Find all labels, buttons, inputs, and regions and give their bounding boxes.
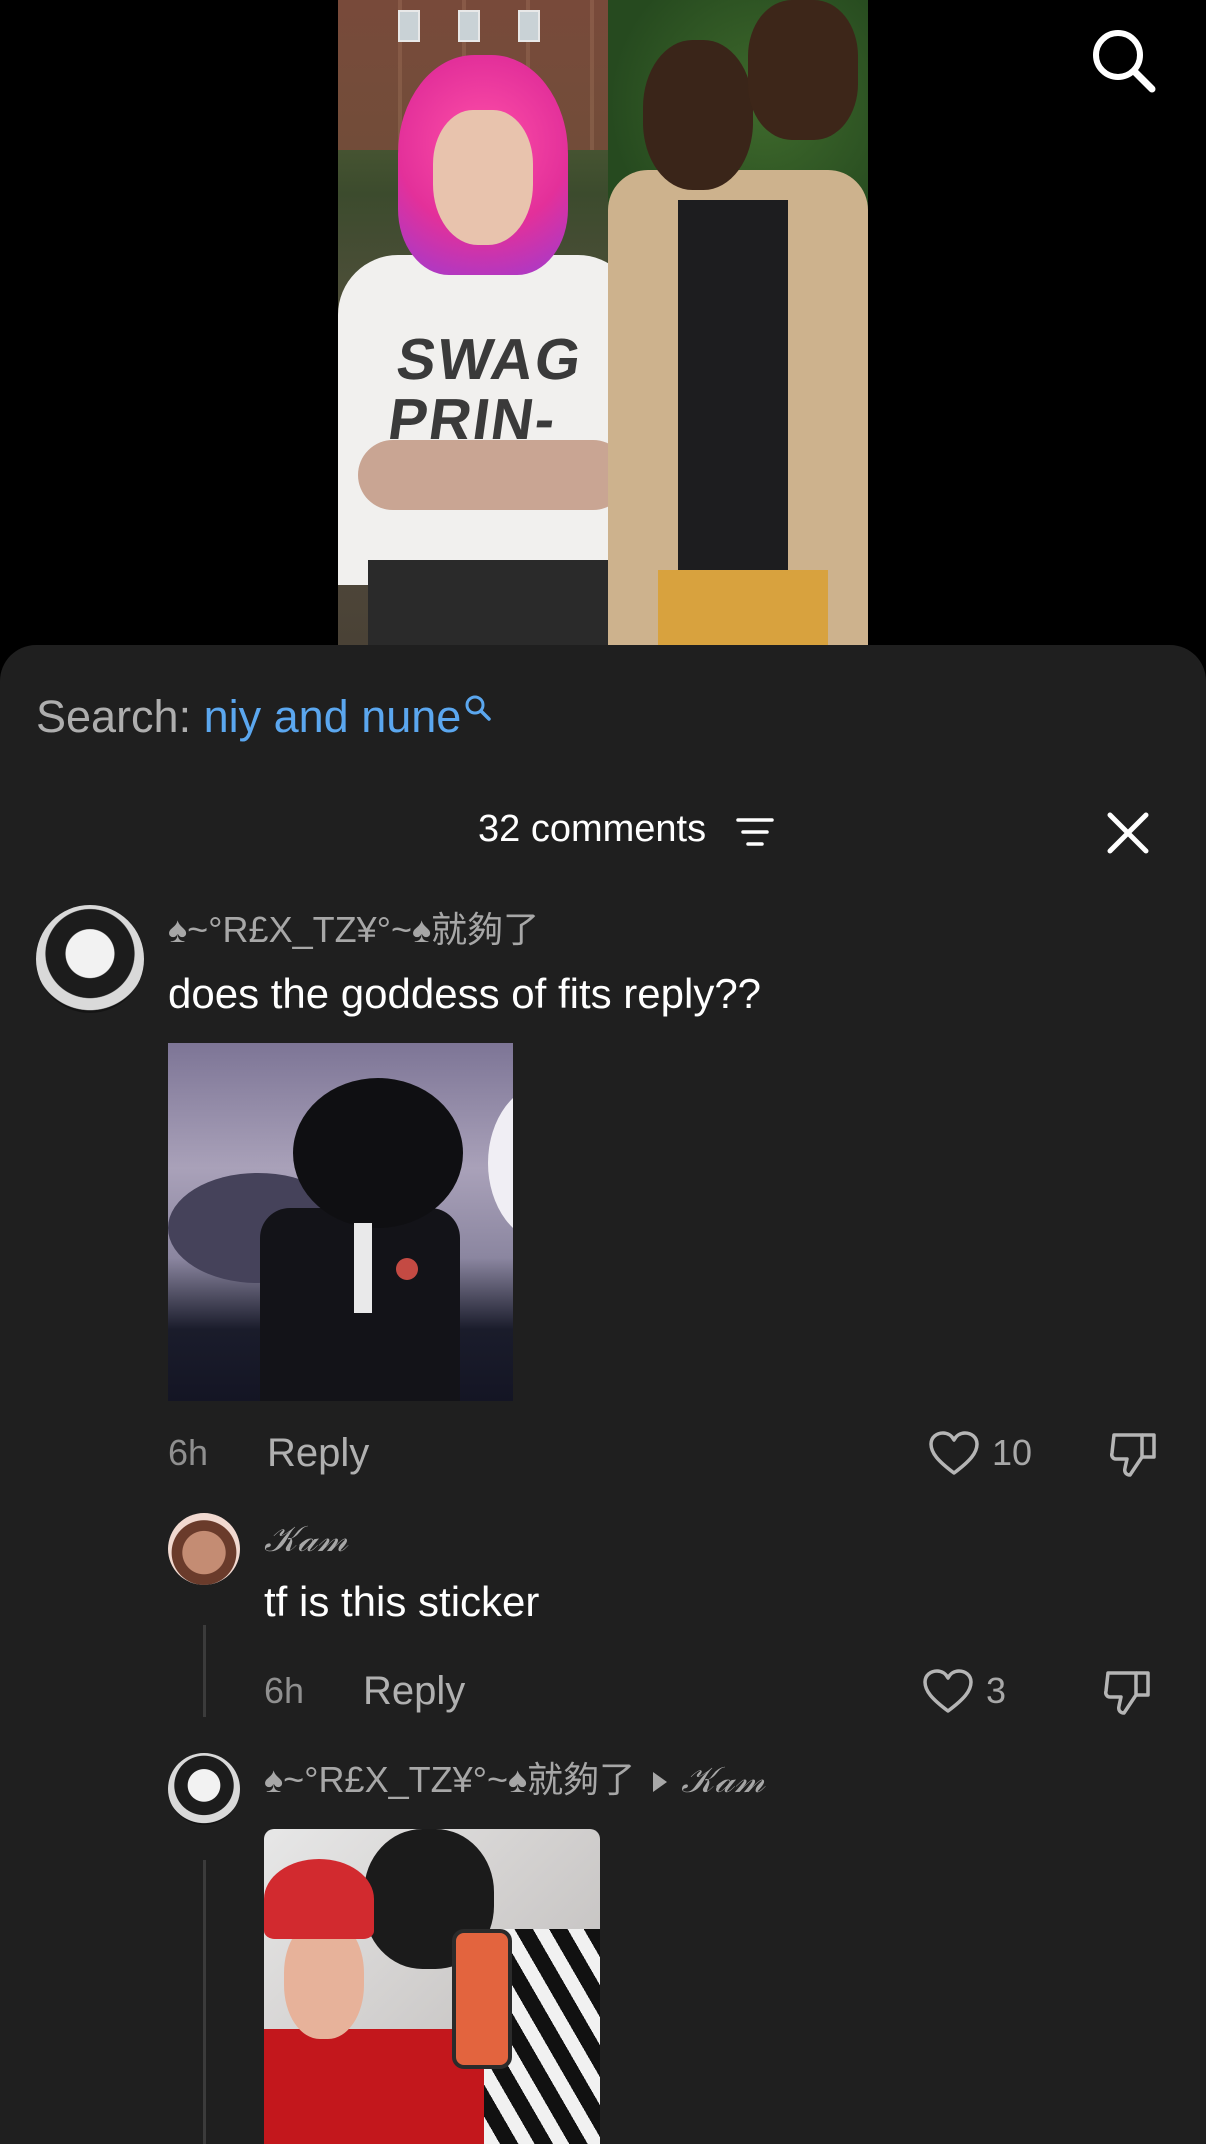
video-person-left-arms xyxy=(358,440,628,510)
video-person-left-belt xyxy=(368,560,638,645)
reply-username-row: ♠~°R£X_TZ¥°~♠就夠了 𝒦𝒶𝓂 xyxy=(264,1757,765,1804)
reply-text: tf is this sticker xyxy=(264,1578,540,1625)
search-suggestion-icon xyxy=(465,695,492,721)
search-icon[interactable] xyxy=(1088,25,1158,95)
heart-icon[interactable] xyxy=(922,1669,974,1715)
reply-time: 6h xyxy=(264,1670,305,1711)
comments-count: 32 comments xyxy=(478,808,707,850)
reply-avatar[interactable] xyxy=(168,1513,240,1585)
video-window xyxy=(398,10,420,42)
search-suggestion[interactable]: Search: niy and nune xyxy=(36,689,493,745)
comment-sticker-image[interactable] xyxy=(168,1043,513,1401)
search-suggestion-label: Search: xyxy=(36,691,204,742)
reply-photo-image[interactable] xyxy=(264,1829,600,2144)
close-icon[interactable] xyxy=(1104,809,1152,857)
thread-line xyxy=(203,1860,206,2144)
video-person-left-face xyxy=(433,110,533,245)
reply-to-username[interactable]: 𝒦𝒶𝓂 xyxy=(681,1760,765,1801)
video-person-right-head xyxy=(643,40,753,190)
arrow-right-icon xyxy=(653,1772,668,1793)
heart-icon[interactable] xyxy=(928,1431,980,1477)
reply-button[interactable]: Reply xyxy=(363,1661,465,1721)
reply-username[interactable]: 𝒦𝒶𝓂 xyxy=(264,1517,348,1563)
sticker-tie xyxy=(354,1223,372,1313)
dislike-icon[interactable] xyxy=(1108,1429,1160,1479)
like-count: 10 xyxy=(992,1432,1033,1473)
reply-actions: 6h Reply 3 xyxy=(0,1661,1206,1721)
reply-button[interactable]: Reply xyxy=(267,1423,369,1483)
dislike-icon[interactable] xyxy=(1102,1667,1154,1717)
search-suggestion-query[interactable]: niy and nune xyxy=(204,691,462,742)
comments-sheet: Search: niy and nune 32 comments ♠~°R£X_… xyxy=(0,645,1206,2144)
photo-phone xyxy=(452,1929,512,2069)
sticker-moon xyxy=(488,1083,513,1243)
comment-text: does the goddess of fits reply?? xyxy=(168,970,762,1017)
comment-time: 6h xyxy=(168,1432,209,1473)
video-person-right-pants xyxy=(658,570,828,645)
video-person-right-shirt xyxy=(678,200,788,600)
video-person-right-hand xyxy=(748,0,858,140)
photo-red-hat xyxy=(264,1859,374,1939)
video-player[interactable]: SWAG PRIN- xyxy=(0,0,1206,700)
video-window xyxy=(518,10,540,42)
photo-red-shirt xyxy=(264,2029,484,2144)
video-shirt-text: SWAG PRIN- xyxy=(384,327,588,452)
filter-icon[interactable] xyxy=(736,815,774,849)
sticker-hair xyxy=(293,1078,463,1228)
comment-avatar[interactable] xyxy=(36,905,144,1013)
like-count: 3 xyxy=(986,1670,1007,1711)
reply-avatar[interactable] xyxy=(168,1753,240,1825)
comments-header: 32 comments xyxy=(0,795,1206,865)
video-frame[interactable]: SWAG PRIN- xyxy=(338,0,868,645)
sticker-rose xyxy=(396,1258,418,1280)
comment-actions: 6h Reply 10 xyxy=(0,1423,1206,1483)
video-window xyxy=(458,10,480,42)
reply-username[interactable]: ♠~°R£X_TZ¥°~♠就夠了 xyxy=(264,1759,635,1800)
comment-username[interactable]: ♠~°R£X_TZ¥°~♠就夠了 xyxy=(168,907,539,953)
